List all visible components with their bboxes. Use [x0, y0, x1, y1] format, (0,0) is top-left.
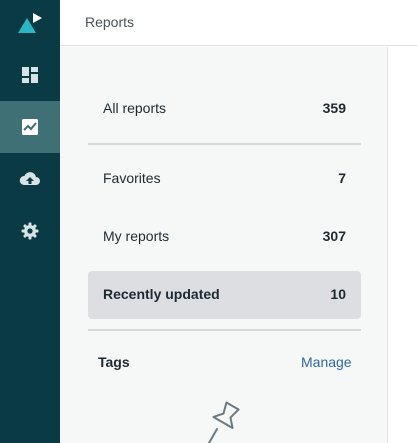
filter-label: My reports	[103, 228, 170, 244]
sidebar-rail	[0, 0, 60, 443]
filter-count: 307	[322, 228, 346, 244]
dashboard-icon[interactable]	[0, 49, 60, 101]
tags-heading: Tags	[98, 354, 130, 370]
app-logo-icon[interactable]	[0, 0, 60, 46]
reports-panel: All reports 359 Favorites 7 My reports 3…	[60, 47, 388, 443]
pushpin-icon	[200, 399, 244, 443]
filter-label: Recently updated	[103, 286, 220, 302]
filter-label: Favorites	[103, 170, 161, 186]
report-filter-favorites[interactable]: Favorites 7	[88, 155, 361, 203]
gear-icon[interactable]	[0, 205, 60, 257]
report-filter-recent[interactable]: Recently updated 10	[88, 271, 361, 319]
cloud-upload-icon[interactable]	[0, 153, 60, 205]
filter-label: All reports	[103, 100, 167, 116]
manage-tags-link[interactable]: Manage	[301, 354, 352, 370]
divider	[88, 329, 361, 331]
page-title: Reports	[85, 14, 135, 30]
filter-count: 10	[330, 286, 346, 302]
filter-count: 359	[322, 100, 346, 116]
content-area	[389, 47, 417, 443]
reports-chart-icon[interactable]	[0, 101, 60, 153]
filter-count: 7	[338, 170, 346, 186]
top-bar: Reports	[60, 0, 417, 46]
report-filter-mine[interactable]: My reports 307	[88, 213, 361, 261]
report-filter-all[interactable]: All reports 359	[88, 85, 361, 133]
divider	[88, 143, 361, 145]
